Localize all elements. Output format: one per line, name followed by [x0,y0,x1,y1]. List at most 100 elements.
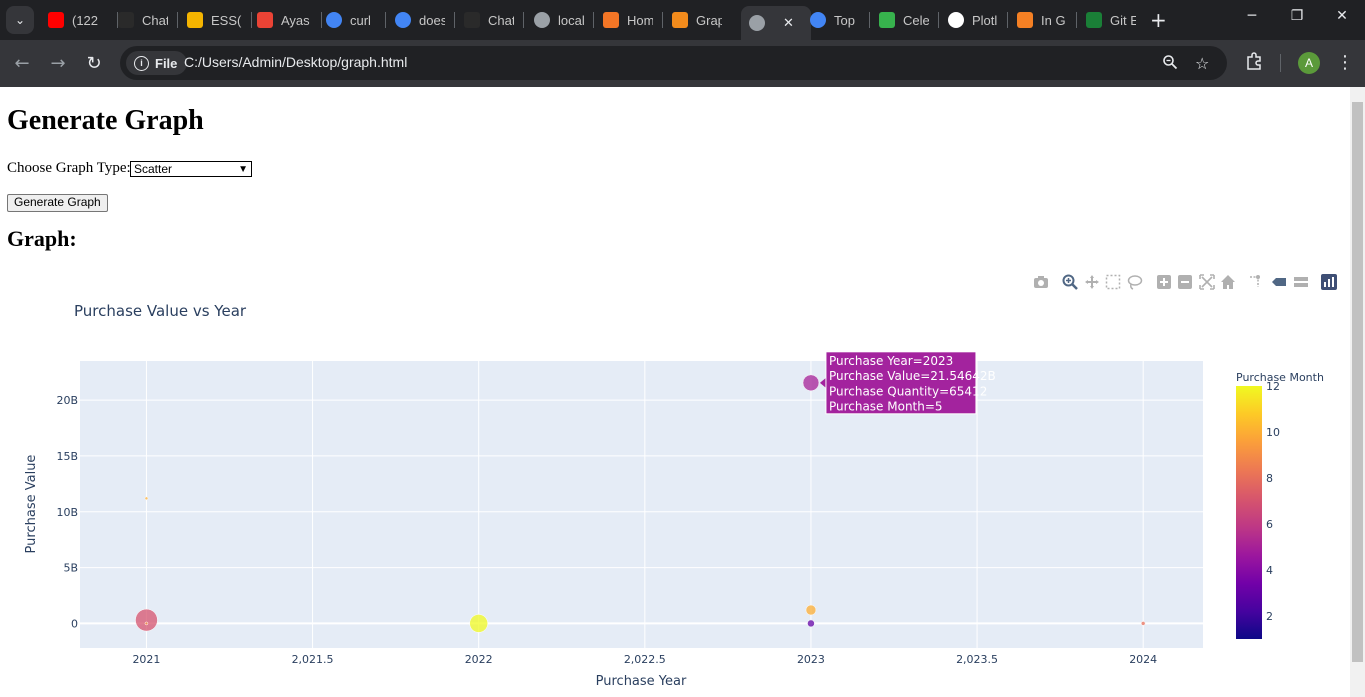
tab-separator [938,12,939,28]
data-point-marker [144,621,149,626]
toolbar-divider [1280,54,1281,72]
address-bar[interactable]: i File C:/Users/Admin/Desktop/graph.html… [120,46,1227,80]
tooltip-line: Purchase Year=2023 [829,354,953,368]
close-tab-icon[interactable]: ✕ [783,15,794,31]
x-tick-label: 2022 [465,653,493,666]
scrollbar-thumb[interactable] [1352,102,1363,662]
tooltip-line: Purchase Month=5 [829,400,943,414]
celery-icon [879,12,895,28]
chatgpt-icon [118,12,134,28]
browser-tab[interactable]: Chat [118,6,168,34]
site-info-label: File [155,55,178,71]
tab-title: Chat [488,12,514,28]
close-window-button[interactable]: ✕ [1330,8,1354,24]
tab-separator [662,12,663,28]
extensions-icon[interactable] [1245,52,1263,74]
google-icon [395,12,411,28]
minimize-button[interactable]: ─ [1240,8,1264,24]
tab-search-button[interactable]: ⌄ [6,6,34,34]
tab-separator [1007,12,1008,28]
x-tick-label: 2021 [132,653,160,666]
x-axis-ticks: 2021 2,021.5 2022 2,022.5 2023 2,023.5 2024 [132,653,1157,666]
reload-button[interactable]: ↻ [82,52,106,76]
tab-title: does [419,12,445,28]
tab-separator [523,12,524,28]
back-button[interactable]: ← [10,52,34,76]
bookmark-star-icon[interactable]: ☆ [1195,54,1209,73]
tab-separator [321,12,322,28]
tab-title: Cele [903,12,929,28]
hover-tooltip: Purchase Year=2023Purchase Value=21.5464… [819,351,996,415]
restore-button[interactable]: ❐ [1285,8,1309,24]
browser-tab[interactable]: Chat [464,6,514,34]
jupyter-icon [603,12,619,28]
profile-avatar[interactable]: A [1298,52,1320,74]
tab-separator [385,12,386,28]
data-point-marker [469,614,488,633]
data-point-marker [144,496,149,501]
page-content: Generate Graph Choose Graph Type: Scatte… [0,87,1350,697]
y-tick-label: 10B [56,506,78,519]
browser-tab[interactable]: Grap [672,6,722,34]
browser-tab[interactable]: local [534,6,584,34]
colorbar-tick-label: 8 [1266,472,1273,485]
tab-title: (122 [72,12,99,28]
arrow-right-icon: → [50,53,66,74]
browser-tab[interactable]: (122 [48,6,108,34]
forward-button[interactable]: → [46,52,70,76]
browser-tab[interactable]: Hom [603,6,653,34]
browser-tab[interactable]: Git E [1086,6,1136,34]
plot-area[interactable] [80,361,1203,648]
menu-kebab-icon[interactable]: ⋮ [1336,52,1354,73]
zoom-icon[interactable] [1162,54,1178,74]
browser-tab[interactable]: In G [1017,6,1067,34]
data-point-marker [807,619,815,628]
tab-title: Hom [627,12,653,28]
tab-separator [869,12,870,28]
tab-separator [593,12,594,28]
tab-title: local [558,12,584,28]
colorbar-tick-label: 10 [1266,426,1280,439]
tab-separator [454,12,455,28]
tab-title: Plotl [972,12,998,28]
tab-title: Ayas [281,12,310,28]
page-scrollbar[interactable] [1350,87,1365,697]
browser-tab[interactable]: Plotl [948,6,998,34]
browser-tab[interactable]: does [395,6,445,34]
browser-tab[interactable]: ✕ [741,6,811,40]
colorbar-tick-label: 4 [1266,564,1273,577]
browser-toolbar: ← → ↻ i File C:/Users/Admin/Desktop/grap… [0,40,1365,87]
github-icon [948,12,964,28]
mail-icon [257,12,273,28]
data-point-marker [1140,621,1146,626]
data-point-marker [135,608,158,632]
tab-title: In G [1041,12,1066,28]
url-text[interactable]: C:/Users/Admin/Desktop/graph.html [184,54,407,70]
arrow-left-icon: ← [14,53,30,74]
site-info-chip[interactable]: i File [126,51,188,75]
y-axis-title: Purchase Value [24,455,39,554]
browser-tab[interactable]: ESS( [187,6,242,34]
google-icon [326,12,342,28]
x-tick-label: 2,023.5 [956,653,998,666]
reload-icon: ↻ [86,53,102,74]
colorbar [1236,386,1262,639]
new-tab-button[interactable]: + [1150,10,1167,30]
browser-tab[interactable]: Ayas [257,6,312,34]
tab-title: Top [834,12,855,28]
x-tick-label: 2024 [1129,653,1157,666]
x-tick-label: 2023 [797,653,825,666]
y-tick-label: 0 [71,617,78,630]
browser-tab[interactable]: Top [810,6,860,34]
sheet-icon [187,12,203,28]
x-tick-label: 2,022.5 [624,653,666,666]
chatgpt-icon [464,12,480,28]
browser-tab[interactable]: Cele [879,6,929,34]
browser-tab[interactable]: curl [326,6,376,34]
data-point-marker [805,604,817,616]
stackoverflow-icon [1017,12,1033,28]
tab-title: curl [350,12,371,28]
chevron-down-icon: ⌄ [14,13,26,27]
tab-separator [177,12,178,28]
tab-separator [251,12,252,28]
